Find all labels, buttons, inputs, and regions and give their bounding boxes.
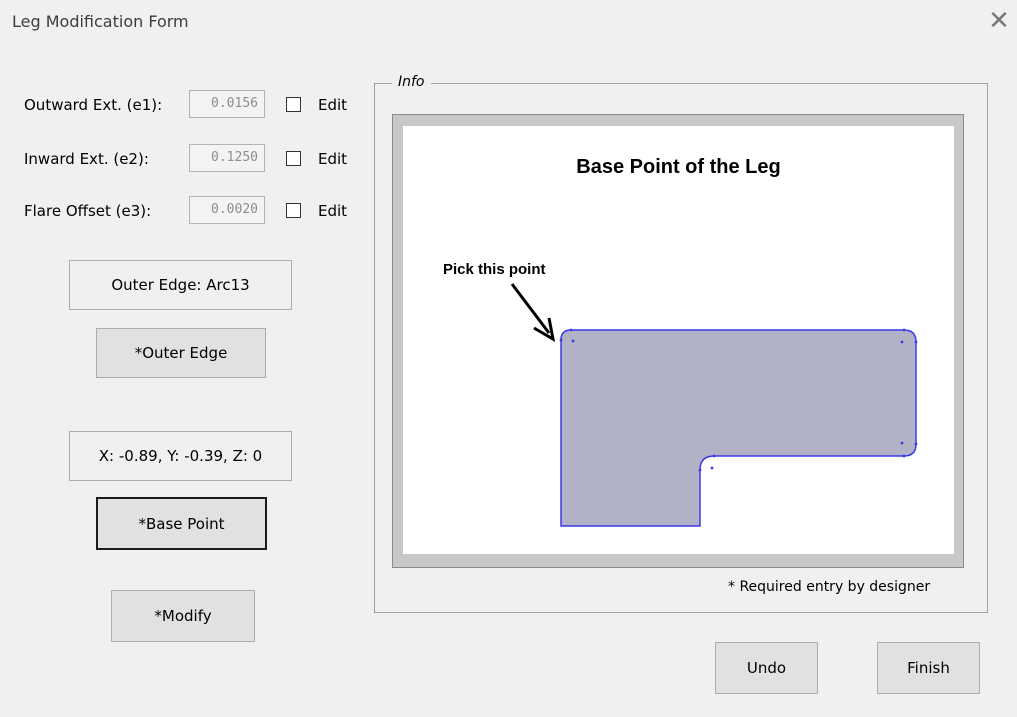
vertex-marker [902,328,906,332]
vertex-marker [698,468,702,472]
close-icon[interactable]: ✕ [984,6,1014,36]
flare-offset-field[interactable]: 0.0020 [189,196,265,224]
leg-diagram [510,283,918,527]
info-legend: Info [392,74,431,90]
vertex-marker [569,328,573,332]
base-point-display: X: -0.89, Y: -0.39, Z: 0 [69,431,292,481]
undo-button[interactable]: Undo [715,642,818,694]
pick-arrow-head [533,317,556,342]
inward-ext-label: Inward Ext. (e2): [24,150,149,168]
finish-button[interactable]: Finish [877,642,980,694]
modify-button[interactable]: *Modify [111,590,255,642]
inward-ext-edit-label[interactable]: Edit [318,150,347,168]
pick-arrow-shaft [510,283,551,334]
flare-offset-edit-label[interactable]: Edit [318,202,347,220]
outward-ext-field[interactable]: 0.0156 [189,90,265,118]
flare-offset-label: Flare Offset (e3): [24,202,152,220]
vertex-marker [710,466,714,470]
outward-ext-edit-label[interactable]: Edit [318,96,347,114]
inward-ext-edit-checkbox[interactable] [286,151,301,166]
flare-offset-edit-checkbox[interactable] [286,203,301,218]
vertex-marker [559,338,563,342]
vertex-marker [902,454,906,458]
info-picture: Base Point of the Leg Pick this point [403,126,954,554]
base-point-button[interactable]: *Base Point [96,497,267,550]
outer-edge-display: Outer Edge: Arc13 [69,260,292,310]
vertex-marker [900,441,904,445]
outer-edge-button[interactable]: *Outer Edge [96,328,266,378]
outward-ext-label: Outward Ext. (e1): [24,96,163,114]
required-note: * Required entry by designer [728,579,931,595]
vertex-marker [914,340,918,344]
outward-ext-edit-checkbox[interactable] [286,97,301,112]
vertex-marker [900,340,904,344]
vertex-marker [712,454,716,458]
vertex-marker [914,442,918,446]
leg-shape [560,329,917,527]
vertex-marker [571,339,575,343]
inward-ext-field[interactable]: 0.1250 [189,144,265,172]
window-title: Leg Modification Form [12,12,189,31]
